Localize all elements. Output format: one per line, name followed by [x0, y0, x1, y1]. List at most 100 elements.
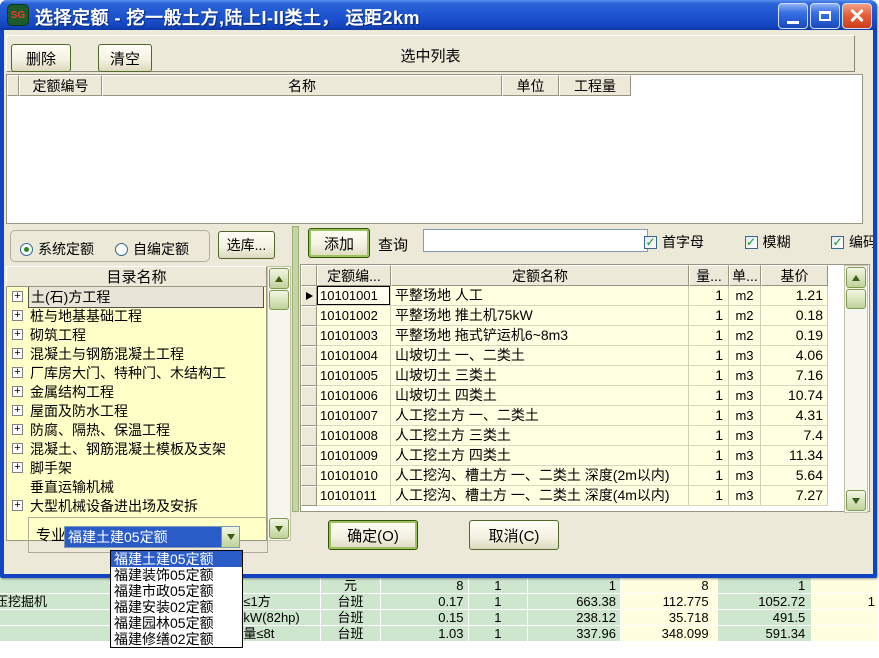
tree-scrollbar[interactable] [267, 266, 291, 541]
quota-table-row[interactable]: 10101008 人工挖土方 三类土 1 m3 7.4 [301, 426, 844, 446]
title-bar[interactable]: SG 选择定额 - 挖一般土方,陆上I-II类土， 运距2km [0, 0, 877, 30]
expand-plus-icon[interactable] [12, 348, 23, 359]
scroll-down-button[interactable] [269, 518, 289, 539]
scrollbar-thumb[interactable] [269, 290, 289, 310]
expand-plus-icon[interactable] [12, 367, 23, 378]
quota-header-qty[interactable]: 量... [689, 265, 729, 286]
row-selector[interactable] [301, 466, 317, 486]
quota-code-cell[interactable]: 10101004 [317, 346, 391, 366]
scroll-up-button[interactable] [269, 268, 289, 289]
quota-table-row[interactable]: 10101006 山坡切土 四类土 1 m3 10.74 [301, 386, 844, 406]
tree-item[interactable]: 砌筑工程 [7, 325, 266, 344]
row-selector[interactable] [301, 426, 317, 446]
specialty-option[interactable]: 福建安装02定额 [111, 599, 242, 615]
quota-code-cell[interactable]: 10101002 [317, 306, 391, 326]
tree-item[interactable]: 土(石)方工程 [7, 287, 266, 306]
tree-item[interactable]: 垂直运输机械 [7, 477, 266, 496]
specialty-option[interactable]: 福建装饰05定额 [111, 567, 242, 583]
panel-splitter[interactable] [292, 226, 299, 512]
expand-plus-icon[interactable] [12, 500, 23, 511]
row-selector[interactable] [301, 366, 317, 386]
delete-button[interactable]: 删除 [11, 44, 71, 72]
radio-system-quota[interactable]: 系统定额 [20, 239, 94, 259]
expand-plus-icon[interactable] [12, 424, 23, 435]
expand-plus-icon[interactable] [12, 462, 23, 473]
tree-item[interactable]: 桩与地基基础工程 [7, 306, 266, 325]
selected-header-qty[interactable]: 工程量 [559, 75, 631, 96]
expand-plus-icon[interactable] [12, 291, 23, 302]
quota-table-row[interactable]: 10101002 平整场地 推土机75kW 1 m2 0.18 [301, 306, 844, 326]
specialty-combobox[interactable]: 福建土建05定额 [64, 526, 240, 548]
tree-item[interactable]: 混凝土、钢筋混凝土模板及支架 [7, 439, 266, 458]
expand-plus-icon[interactable] [12, 405, 23, 416]
specialty-option[interactable]: 福建土建05定额 [111, 551, 242, 567]
quota-scrollbar[interactable] [844, 265, 868, 513]
specialty-option[interactable]: 福建市政05定额 [111, 583, 242, 599]
row-selector[interactable] [301, 386, 317, 406]
expand-plus-icon[interactable] [12, 443, 23, 454]
query-input[interactable] [423, 229, 648, 252]
expand-plus-icon[interactable] [12, 329, 23, 340]
specialty-selected-value[interactable]: 福建土建05定额 [65, 527, 221, 547]
add-button[interactable]: 添加 [308, 228, 370, 258]
scrollbar-thumb[interactable] [846, 289, 866, 309]
quota-table-row[interactable]: 10101003 平整场地 拖式铲运机6~8m3 1 m2 0.19 [301, 326, 844, 346]
tree-item[interactable]: 厂库房大门、特种门、木结构工 [7, 363, 266, 382]
filter-checkbox[interactable]: ✓ 编码 [831, 232, 873, 252]
filter-checkbox[interactable]: ✓ 模糊 [745, 232, 791, 252]
row-selector[interactable] [301, 346, 317, 366]
quota-header-price[interactable]: 基价 [761, 265, 828, 286]
quota-code-cell[interactable]: 10101005 [317, 366, 391, 386]
tree-item[interactable]: 防腐、隔热、保温工程 [7, 420, 266, 439]
quota-table-row[interactable]: 10101004 山坡切土 一、二类土 1 m3 4.06 [301, 346, 844, 366]
quota-table-row[interactable]: 10101009 人工挖土方 四类土 1 m3 11.34 [301, 446, 844, 466]
selected-header-name[interactable]: 名称 [102, 75, 502, 96]
quota-header-name[interactable]: 定额名称 [391, 265, 689, 286]
specialty-option[interactable]: 福建园林05定额 [111, 615, 242, 631]
quota-code-cell[interactable]: 10101006 [317, 386, 391, 406]
expand-plus-icon[interactable] [12, 310, 23, 321]
quota-table-row[interactable]: 10101005 山坡切土 三类土 1 m3 7.16 [301, 366, 844, 386]
quota-code-cell[interactable]: 10101010 [317, 466, 391, 486]
quota-code-cell[interactable]: 10101007 [317, 406, 391, 426]
quota-header-unit[interactable]: 单... [729, 265, 761, 286]
quota-code-cell[interactable]: 10101003 [317, 326, 391, 346]
clear-button[interactable]: 清空 [98, 44, 152, 72]
quota-code-cell[interactable]: 10101001 [317, 286, 391, 306]
quota-header-code[interactable]: 定额编... [317, 265, 391, 286]
tree-item[interactable]: 脚手架 [7, 458, 266, 477]
tree-item[interactable]: 金属结构工程 [7, 382, 266, 401]
quota-code-cell[interactable]: 10101009 [317, 446, 391, 466]
row-selector[interactable] [301, 286, 317, 306]
minimize-button[interactable] [778, 3, 808, 29]
ok-button[interactable]: 确定(O) [328, 520, 418, 550]
quota-table-row[interactable]: 10101007 人工挖土方 一、二类土 1 m3 4.31 [301, 406, 844, 426]
cancel-button[interactable]: 取消(C) [469, 520, 559, 550]
scroll-down-button[interactable] [846, 490, 866, 511]
quota-table-row[interactable]: 10101010 人工挖沟、槽土方 一、二类土 深度(2m以内) 1 m3 5.… [301, 466, 844, 486]
selected-header-code[interactable]: 定额编号 [19, 75, 102, 96]
quota-code-cell[interactable]: 10101011 [317, 486, 391, 506]
quota-table-row[interactable]: 10101011 人工挖沟、槽土方 一、二类土 深度(4m以内) 1 m3 7.… [301, 486, 844, 506]
tree-header[interactable]: 目录名称 [6, 266, 267, 287]
maximize-button[interactable] [810, 3, 840, 29]
scroll-up-button[interactable] [846, 267, 866, 288]
selected-header-unit[interactable]: 单位 [502, 75, 559, 96]
close-button[interactable] [842, 3, 872, 29]
expand-plus-icon[interactable] [12, 386, 23, 397]
combo-dropdown-button[interactable] [221, 527, 239, 547]
row-selector[interactable] [301, 406, 317, 426]
specialty-option[interactable]: 福建修缮02定额 [111, 631, 242, 647]
tree-item[interactable]: 屋面及防水工程 [7, 401, 266, 420]
tree-item[interactable]: 混凝土与钢筋混凝土工程 [7, 344, 266, 363]
radio-custom-quota[interactable]: 自编定额 [115, 239, 189, 259]
filter-checkbox[interactable]: ✓ 首字母 [644, 232, 704, 252]
tree-item[interactable]: 大型机械设备进出场及安拆 [7, 496, 266, 515]
select-library-button[interactable]: 选库... [218, 231, 275, 259]
quota-table-row[interactable]: 10101001 平整场地 人工 1 m2 1.21 [301, 286, 844, 306]
row-selector[interactable] [301, 446, 317, 466]
row-selector[interactable] [301, 306, 317, 326]
quota-code-cell[interactable]: 10101008 [317, 426, 391, 446]
row-selector[interactable] [301, 486, 317, 506]
row-selector[interactable] [301, 326, 317, 346]
